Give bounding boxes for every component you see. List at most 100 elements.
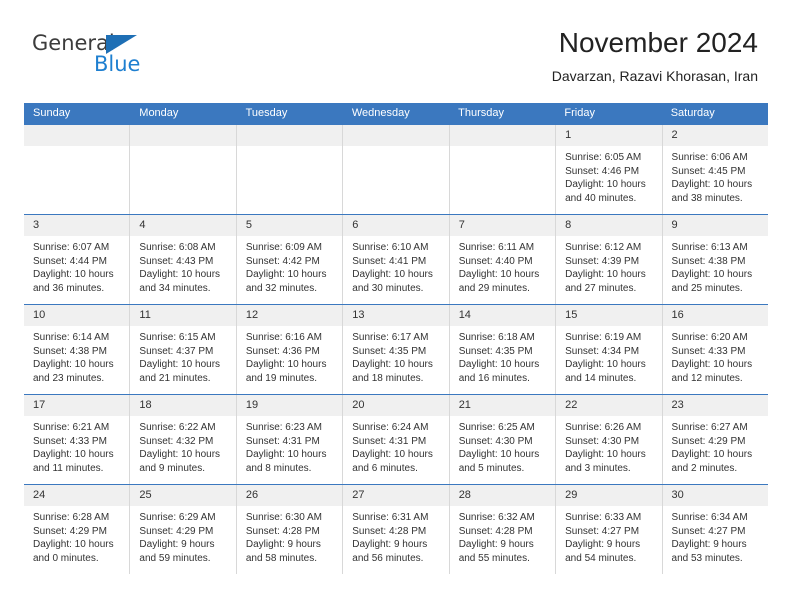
sunset-text: Sunset: 4:27 PM (671, 525, 746, 537)
sunset-text: Sunset: 4:44 PM (33, 255, 107, 267)
week-row: 17 Sunrise: 6:21 AM Sunset: 4:33 PM Dayl… (24, 394, 768, 484)
day-cell[interactable]: 7 Sunrise: 6:11 AM Sunset: 4:40 PM Dayli… (448, 215, 556, 304)
sunrise-text: Sunrise: 6:23 AM (245, 422, 322, 433)
day-cell[interactable]: 10 Sunrise: 6:14 AM Sunset: 4:38 PM Dayl… (24, 305, 130, 394)
day-cell[interactable]: 15 Sunrise: 6:19 AM Sunset: 4:34 PM Dayl… (555, 305, 662, 394)
day-cell[interactable]: 20 Sunrise: 6:24 AM Sunset: 4:31 PM Dayl… (342, 395, 449, 484)
day-number: 4 (130, 215, 236, 236)
day-cell[interactable]: 27 Sunrise: 6:31 AM Sunset: 4:28 PM Dayl… (342, 485, 449, 574)
day-cell[interactable]: 23 Sunrise: 6:27 AM Sunset: 4:29 PM Dayl… (661, 395, 768, 484)
sunrise-text: Sunrise: 6:18 AM (458, 332, 535, 343)
daylight-text: Daylight: 10 hours and 0 minutes. (33, 539, 114, 564)
sunrise-text: Sunrise: 6:28 AM (33, 512, 110, 523)
day-number: 19 (236, 395, 343, 416)
day-info: Sunrise: 6:05 AM Sunset: 4:46 PM Dayligh… (556, 146, 661, 205)
day-number: 8 (556, 215, 662, 236)
day-cell[interactable] (342, 125, 449, 214)
day-cell[interactable]: 19 Sunrise: 6:23 AM Sunset: 4:31 PM Dayl… (235, 395, 343, 484)
day-info: Sunrise: 6:20 AM Sunset: 4:33 PM Dayligh… (663, 326, 768, 385)
sunset-text: Sunset: 4:30 PM (565, 435, 640, 447)
day-info: Sunrise: 6:12 AM Sunset: 4:39 PM Dayligh… (556, 236, 661, 295)
sunset-text: Sunset: 4:31 PM (352, 435, 427, 447)
day-cell[interactable]: 6 Sunrise: 6:10 AM Sunset: 4:41 PM Dayli… (342, 215, 449, 304)
weekday-header-saturday: Saturday (670, 107, 715, 119)
day-number: 6 (343, 215, 449, 236)
day-cell[interactable]: 2 Sunrise: 6:06 AM Sunset: 4:45 PM Dayli… (661, 125, 768, 214)
day-cell[interactable]: 12 Sunrise: 6:16 AM Sunset: 4:36 PM Dayl… (235, 305, 343, 394)
day-cell[interactable]: 28 Sunrise: 6:32 AM Sunset: 4:28 PM Dayl… (448, 485, 556, 574)
sunset-text: Sunset: 4:37 PM (139, 345, 214, 357)
day-cell[interactable]: 30 Sunrise: 6:34 AM Sunset: 4:27 PM Dayl… (661, 485, 768, 574)
day-cell[interactable]: 11 Sunrise: 6:15 AM Sunset: 4:37 PM Dayl… (129, 305, 236, 394)
day-info: Sunrise: 6:33 AM Sunset: 4:27 PM Dayligh… (556, 506, 661, 565)
sunrise-text: Sunrise: 6:14 AM (33, 332, 110, 343)
day-cell[interactable]: 24 Sunrise: 6:28 AM Sunset: 4:29 PM Dayl… (24, 485, 130, 574)
day-cell[interactable]: 8 Sunrise: 6:12 AM Sunset: 4:39 PM Dayli… (555, 215, 662, 304)
sunrise-text: Sunrise: 6:31 AM (352, 512, 429, 523)
sunrise-text: Sunrise: 6:22 AM (139, 422, 216, 433)
day-number: 3 (24, 215, 130, 236)
daylight-text: Daylight: 10 hours and 40 minutes. (565, 179, 646, 204)
day-info: Sunrise: 6:31 AM Sunset: 4:28 PM Dayligh… (343, 506, 448, 565)
daylight-text: Daylight: 10 hours and 16 minutes. (458, 359, 540, 384)
day-info: Sunrise: 6:25 AM Sunset: 4:30 PM Dayligh… (450, 416, 555, 475)
weekday-header-wednesday: Wednesday (351, 107, 410, 119)
sunrise-text: Sunrise: 6:11 AM (458, 242, 535, 253)
sunrise-text: Sunrise: 6:30 AM (245, 512, 322, 523)
day-cell[interactable]: 17 Sunrise: 6:21 AM Sunset: 4:33 PM Dayl… (24, 395, 130, 484)
week-row: 24 Sunrise: 6:28 AM Sunset: 4:29 PM Dayl… (24, 484, 768, 574)
day-cell[interactable]: 1 Sunrise: 6:05 AM Sunset: 4:46 PM Dayli… (555, 125, 662, 214)
daylight-text: Daylight: 9 hours and 54 minutes. (565, 539, 641, 564)
day-info: Sunrise: 6:14 AM Sunset: 4:38 PM Dayligh… (24, 326, 129, 385)
day-number: 28 (449, 485, 556, 506)
sunrise-text: Sunrise: 6:12 AM (565, 242, 642, 253)
sunrise-text: Sunrise: 6:17 AM (352, 332, 429, 343)
sunset-text: Sunset: 4:34 PM (565, 345, 640, 357)
day-info: Sunrise: 6:18 AM Sunset: 4:35 PM Dayligh… (450, 326, 555, 385)
day-cell[interactable]: 9 Sunrise: 6:13 AM Sunset: 4:38 PM Dayli… (661, 215, 768, 304)
daylight-text: Daylight: 10 hours and 6 minutes. (352, 449, 433, 474)
day-number: 11 (130, 305, 236, 326)
day-number: 13 (343, 305, 449, 326)
sunset-text: Sunset: 4:39 PM (565, 255, 640, 267)
sunrise-text: Sunrise: 6:32 AM (458, 512, 535, 523)
week-row: 1 Sunrise: 6:05 AM Sunset: 4:46 PM Dayli… (24, 124, 768, 214)
day-info: Sunrise: 6:22 AM Sunset: 4:32 PM Dayligh… (130, 416, 235, 475)
daylight-text: Daylight: 10 hours and 25 minutes. (671, 269, 753, 294)
day-cell[interactable] (448, 125, 556, 214)
sunrise-text: Sunrise: 6:06 AM (671, 152, 748, 163)
page-title: November 2024 (558, 27, 758, 58)
day-cell[interactable]: 22 Sunrise: 6:26 AM Sunset: 4:30 PM Dayl… (555, 395, 662, 484)
day-info: Sunrise: 6:26 AM Sunset: 4:30 PM Dayligh… (556, 416, 661, 475)
day-cell[interactable]: 4 Sunrise: 6:08 AM Sunset: 4:43 PM Dayli… (129, 215, 236, 304)
day-cell[interactable]: 16 Sunrise: 6:20 AM Sunset: 4:33 PM Dayl… (661, 305, 768, 394)
day-cell[interactable]: 5 Sunrise: 6:09 AM Sunset: 4:42 PM Dayli… (235, 215, 343, 304)
day-info: Sunrise: 6:06 AM Sunset: 4:45 PM Dayligh… (663, 146, 768, 205)
sunset-text: Sunset: 4:33 PM (33, 435, 107, 447)
daylight-text: Daylight: 9 hours and 53 minutes. (671, 539, 747, 564)
day-cell[interactable]: 25 Sunrise: 6:29 AM Sunset: 4:29 PM Dayl… (129, 485, 236, 574)
day-cell[interactable]: 14 Sunrise: 6:18 AM Sunset: 4:35 PM Dayl… (448, 305, 556, 394)
day-cell[interactable] (129, 125, 236, 214)
daylight-text: Daylight: 10 hours and 30 minutes. (352, 269, 433, 294)
day-number: 22 (556, 395, 662, 416)
day-info: Sunrise: 6:24 AM Sunset: 4:31 PM Dayligh… (343, 416, 448, 475)
day-cell[interactable]: 21 Sunrise: 6:25 AM Sunset: 4:30 PM Dayl… (448, 395, 556, 484)
day-info: Sunrise: 6:21 AM Sunset: 4:33 PM Dayligh… (24, 416, 129, 475)
day-cell[interactable]: 18 Sunrise: 6:22 AM Sunset: 4:32 PM Dayl… (129, 395, 236, 484)
day-info: Sunrise: 6:16 AM Sunset: 4:36 PM Dayligh… (237, 326, 342, 385)
day-cell[interactable]: 29 Sunrise: 6:33 AM Sunset: 4:27 PM Dayl… (555, 485, 662, 574)
day-cell[interactable]: 13 Sunrise: 6:17 AM Sunset: 4:35 PM Dayl… (342, 305, 449, 394)
day-cell[interactable] (24, 125, 130, 214)
calendar-grid: Sunday Monday Tuesday Wednesday Thursday… (24, 103, 768, 574)
title-block: November 2024 Davarzan, Razavi Khorasan,… (552, 26, 758, 86)
day-number (130, 125, 236, 146)
sunset-text: Sunset: 4:36 PM (245, 345, 320, 357)
day-cell[interactable]: 3 Sunrise: 6:07 AM Sunset: 4:44 PM Dayli… (24, 215, 130, 304)
daylight-text: Daylight: 9 hours and 58 minutes. (245, 539, 321, 564)
day-info: Sunrise: 6:08 AM Sunset: 4:43 PM Dayligh… (130, 236, 235, 295)
day-cell[interactable] (235, 125, 343, 214)
sunrise-text: Sunrise: 6:13 AM (671, 242, 748, 253)
day-cell[interactable]: 26 Sunrise: 6:30 AM Sunset: 4:28 PM Dayl… (235, 485, 343, 574)
day-number: 24 (24, 485, 130, 506)
